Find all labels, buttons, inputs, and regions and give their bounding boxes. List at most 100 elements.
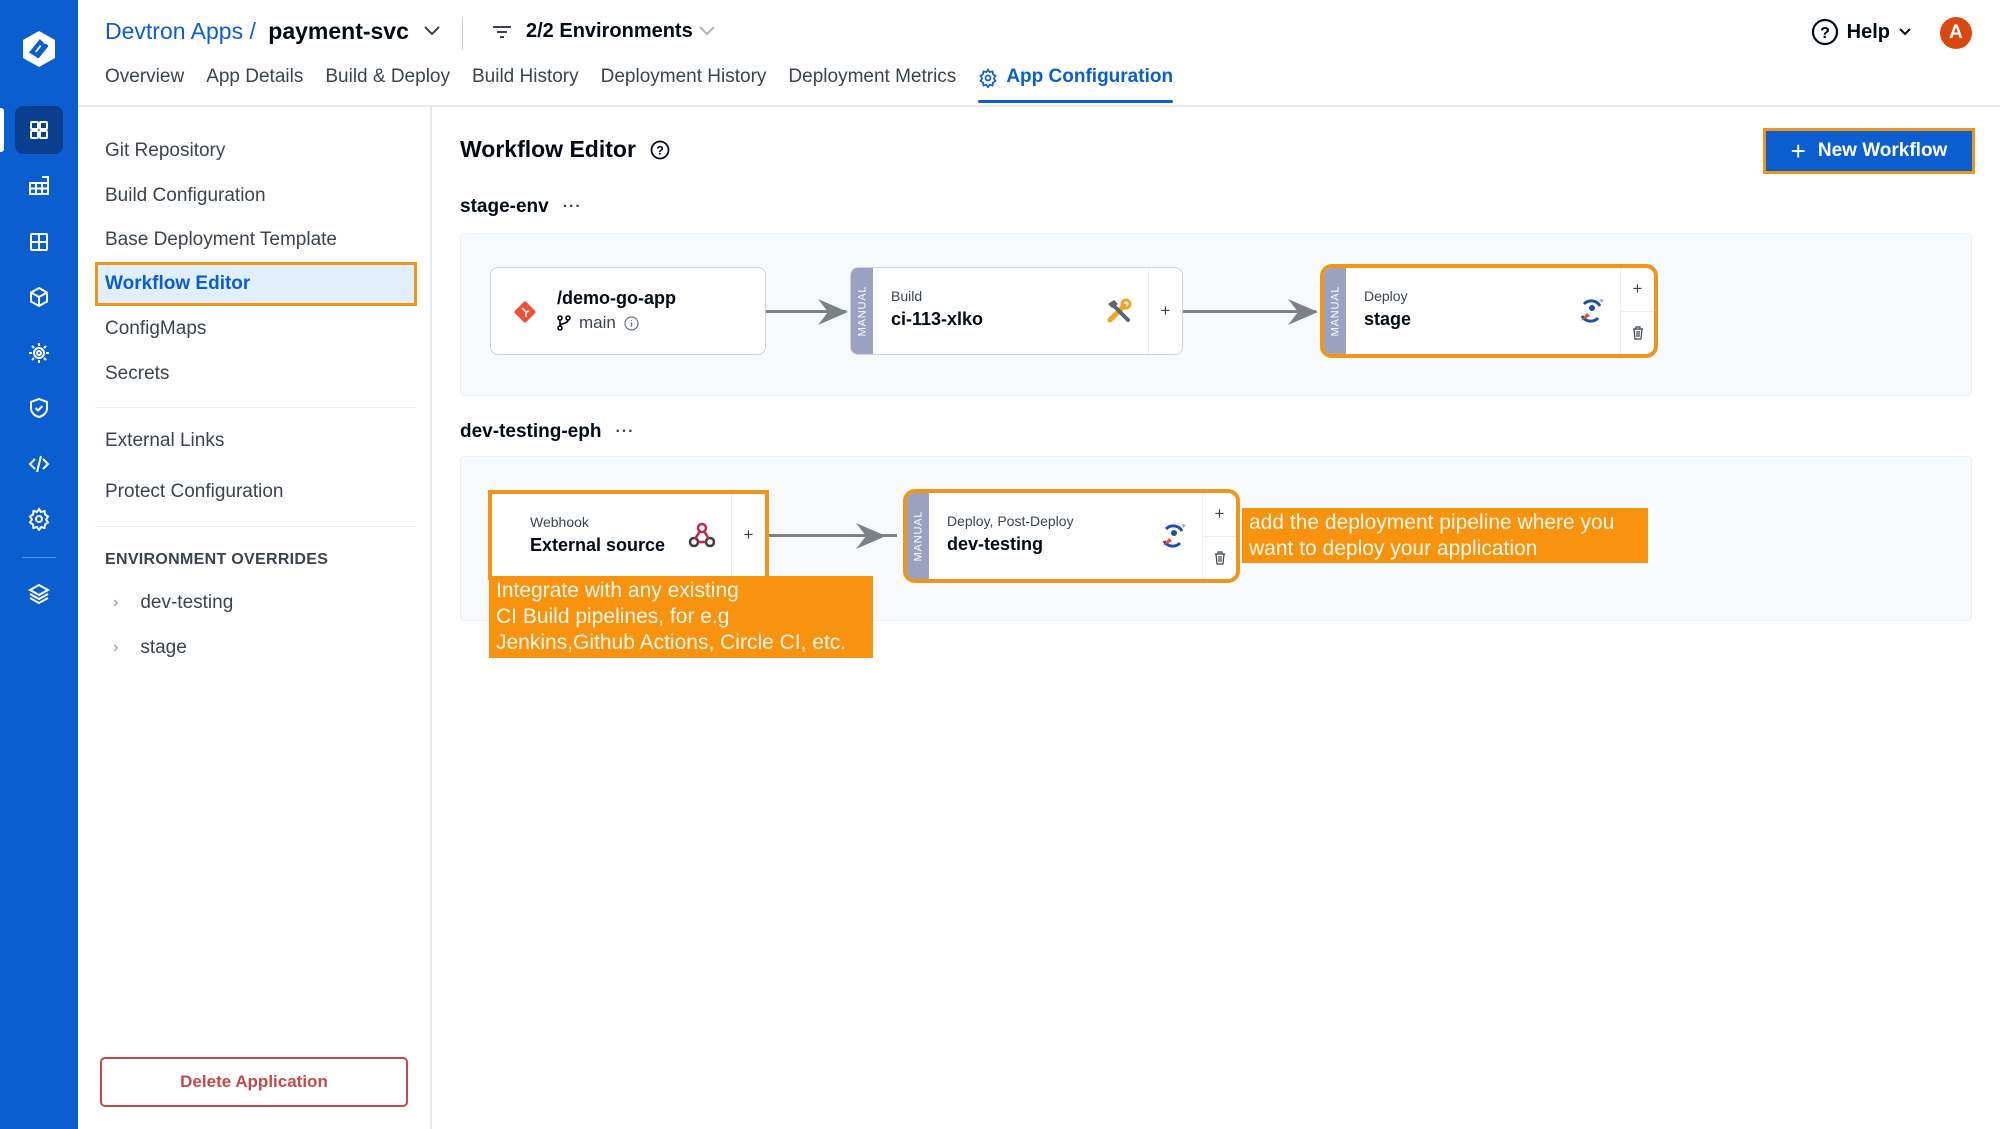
environment-filter-label: 2/2 Environments (526, 20, 693, 42)
node-actions: + (1148, 268, 1182, 354)
rocket-deploy-icon (1580, 299, 1604, 323)
node-name: dev-testing (947, 534, 1044, 554)
manual-tag-text: MANUAL (912, 510, 924, 562)
header-divider (462, 18, 463, 50)
applications-grid-icon[interactable] (15, 106, 63, 154)
workflow-name-text: stage-env (460, 196, 549, 217)
webhook-icon (688, 522, 716, 548)
tab-overview[interactable]: Overview (105, 66, 184, 100)
help-menu[interactable]: ? Help (1811, 18, 1912, 46)
manual-tag-text: MANUAL (1329, 285, 1341, 337)
workflow-name-stage-env: stage-env ··· (460, 196, 582, 218)
app-groups-icon[interactable] (15, 218, 63, 266)
git-icon (514, 301, 536, 323)
svg-text:?: ? (1820, 25, 1830, 42)
add-pipeline-plus-icon[interactable]: + (1149, 268, 1182, 354)
code-icon[interactable] (15, 440, 63, 488)
sidebar-item-protect-configuration[interactable]: Protect Configuration (105, 481, 284, 503)
branch-icon (557, 315, 571, 331)
delete-application-button[interactable]: Delete Application (100, 1057, 408, 1107)
security-sun-gear-icon[interactable] (15, 329, 63, 377)
new-workflow-button[interactable]: + New Workflow (1763, 128, 1975, 174)
tab-app-configuration-label: App Configuration (1006, 66, 1174, 87)
info-icon[interactable] (624, 315, 639, 331)
tab-app-details[interactable]: App Details (206, 66, 303, 100)
callout-line: CI Build pipelines, for e.g (496, 605, 730, 628)
node-actions: + (731, 494, 765, 576)
tab-deployment-metrics[interactable]: Deployment Metrics (788, 66, 956, 100)
help-label: Help (1846, 20, 1890, 43)
override-item-stage[interactable]: › stage (113, 637, 187, 659)
callout-line: want to deploy your application (1249, 537, 1538, 560)
chevron-right-icon: › (113, 594, 119, 611)
node-type: Build (891, 288, 923, 304)
sidebar-item-base-deployment-template[interactable]: Base Deployment Template (105, 229, 337, 251)
add-pipeline-plus-icon[interactable]: + (1621, 268, 1654, 311)
override-label: stage (140, 637, 187, 658)
sidebar-divider (95, 526, 415, 527)
deploy-dev-testing-node[interactable]: MANUAL Deploy, Post-Deploy dev-testing + (903, 489, 1240, 583)
node-actions: + (1620, 268, 1654, 354)
user-avatar[interactable]: A (1940, 17, 1972, 49)
tab-deployment-history[interactable]: Deployment History (601, 66, 767, 100)
override-label: dev-testing (140, 592, 234, 613)
tab-app-configuration[interactable]: App Configuration (978, 66, 1174, 103)
app-name: payment-svc (268, 18, 409, 44)
resource-table-icon[interactable] (15, 162, 63, 210)
settings-gear-icon[interactable] (15, 495, 63, 543)
environment-chevron-icon[interactable] (698, 24, 716, 38)
app-tabs: Overview App Details Build & Deploy Buil… (105, 66, 1174, 103)
breadcrumb: Devtron Apps / payment-svc (105, 18, 409, 45)
node-actions: + (1202, 493, 1236, 579)
add-pipeline-plus-icon[interactable]: + (1203, 493, 1236, 536)
sidebar-item-external-links[interactable]: External Links (105, 430, 224, 452)
environment-overrides-title: ENVIRONMENT OVERRIDES (105, 551, 329, 568)
arrowhead-icon (818, 299, 848, 325)
help-circle-icon[interactable]: ? (650, 140, 670, 160)
node-name: stage (1364, 309, 1412, 329)
deploy-stage-node[interactable]: MANUAL Deploy stage + (1320, 264, 1658, 358)
add-pipeline-plus-icon[interactable]: + (732, 494, 765, 576)
breadcrumb-devtron-apps[interactable]: Devtron Apps (105, 18, 243, 44)
app-header: Devtron Apps / payment-svc 2/2 Environme… (78, 0, 2000, 107)
workflow-name-text: dev-testing-eph (460, 421, 602, 442)
build-pipeline-node[interactable]: MANUAL Build ci-113-xlko + (850, 267, 1183, 355)
nav-divider (22, 557, 56, 558)
sidebar-item-configmaps[interactable]: ConfigMaps (105, 318, 206, 340)
tab-build-history[interactable]: Build History (472, 66, 579, 100)
workflow-options-icon[interactable]: ··· (563, 198, 582, 216)
delete-trash-icon[interactable] (1621, 310, 1654, 355)
stack-layers-icon[interactable] (15, 570, 63, 618)
git-repo-name: /demo-go-app (557, 288, 676, 308)
tab-build-deploy[interactable]: Build & Deploy (325, 66, 450, 100)
app-switcher-chevron-icon[interactable] (423, 24, 441, 38)
svg-text:?: ? (656, 143, 663, 157)
git-branch: main (557, 313, 747, 333)
shield-check-icon[interactable] (15, 384, 63, 432)
sidebar-item-workflow-editor[interactable]: Workflow Editor (95, 262, 417, 306)
sidebar-item-git-repository[interactable]: Git Repository (105, 140, 225, 162)
icon-nav (0, 0, 78, 1129)
node-name: ci-113-xlko (891, 309, 984, 329)
sidebar-divider (95, 407, 415, 408)
help-chevron-icon (1899, 28, 1911, 36)
environment-filter[interactable]: 2/2 Environments (492, 20, 693, 43)
cube-icon[interactable] (15, 273, 63, 321)
git-source-node[interactable]: /demo-go-app main (490, 267, 766, 355)
sidebar-item-build-configuration[interactable]: Build Configuration (105, 185, 266, 207)
sidebar-item-secrets[interactable]: Secrets (105, 363, 169, 385)
delete-trash-icon[interactable] (1203, 535, 1236, 580)
help-circle-icon: ? (1811, 18, 1838, 46)
webhook-source-node[interactable]: Webhook External source + (488, 490, 769, 580)
manual-tag-text: MANUAL (856, 285, 868, 337)
workflow-name-dev-testing-eph: dev-testing-eph ··· (460, 421, 634, 443)
branch-name: main (579, 313, 616, 332)
override-item-dev-testing[interactable]: › dev-testing (113, 592, 233, 614)
rocket-deploy-icon (1162, 524, 1186, 548)
page-title-text: Workflow Editor (460, 136, 636, 162)
devtron-logo-icon[interactable] (18, 28, 60, 70)
node-name: External source (530, 535, 666, 555)
workflow-options-icon[interactable]: ··· (615, 423, 634, 441)
arrowhead-icon (856, 523, 886, 549)
node-type: Deploy (1364, 288, 1408, 304)
